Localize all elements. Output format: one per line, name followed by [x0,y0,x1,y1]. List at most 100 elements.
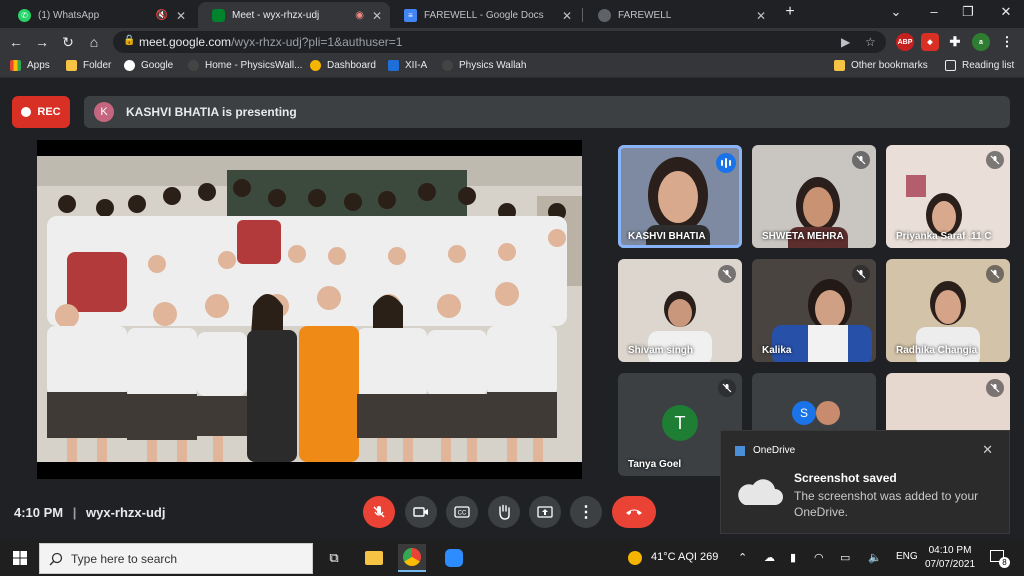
windows-taskbar: Type here to search ⧉ 41°C AQI 269 ⌃ ☁ ▮… [0,540,1024,576]
close-tab-icon[interactable]: ✕ [176,9,186,23]
tab-meet[interactable]: Meet - wyx-rhzx-udj ◉ ✕ [198,2,390,28]
extension-icon[interactable]: ◆ [921,33,939,51]
cloud-icon [738,479,783,505]
mute-tab-icon[interactable]: 🔇 [156,10,168,21]
tab-label: FAREWELL [618,9,672,21]
tab-whatsapp[interactable]: ✆ (1) WhatsApp 🔇 ✕ [4,2,194,28]
adblock-icon[interactable]: ABP [896,33,914,51]
more-options-button[interactable]: ⋮ [570,496,602,528]
bookmark-star-icon[interactable]: ☆ [865,35,876,49]
menu-icon[interactable]: ⋮ [998,33,1016,51]
presentation-stage[interactable] [37,140,582,479]
usb-icon[interactable]: ▮ [790,551,796,564]
bookmark-dashboard[interactable]: Dashboard [310,60,376,71]
task-view-button[interactable]: ⧉ [320,544,348,572]
zoom-icon [445,549,463,567]
tab-farewell[interactable]: FAREWELL ✕ [584,2,774,28]
group-photo [37,156,582,462]
other-bookmarks[interactable]: Other bookmarks [834,60,928,71]
close-tab-icon[interactable]: ✕ [372,9,382,23]
mic-off-icon [986,379,1004,397]
tab-label: Meet - wyx-rhzx-udj [232,9,320,21]
close-tab-icon[interactable]: ✕ [756,9,766,23]
folder-icon [365,551,383,565]
reload-button[interactable]: ↻ [60,34,76,50]
mic-toggle-button[interactable] [363,496,395,528]
participant-tile[interactable]: Priyanka Saraf .11 C [886,145,1010,248]
browser-tab-strip: ✆ (1) WhatsApp 🔇 ✕ Meet - wyx-rhzx-udj ◉… [0,0,1024,28]
show-hidden-icons[interactable]: ⌃ [738,551,747,564]
taskbar-file-explorer[interactable] [360,544,388,572]
home-button[interactable]: ⌂ [86,34,102,50]
weather-text[interactable]: 41°C AQI 269 [651,551,718,563]
address-bar[interactable]: 🔒 meet.google.com/wyx-rhzx-udj?pli=1&aut… [113,31,886,53]
recording-badge[interactable]: REC [12,96,70,128]
present-screen-button[interactable] [529,496,561,528]
start-button[interactable] [6,544,34,572]
participant-name: Shivam singh [628,345,694,356]
bookmark-xii-a[interactable]: XII-A [388,60,427,71]
participant-tile[interactable]: SHWETA MEHRA [752,145,876,248]
hand-icon [499,504,510,520]
whatsapp-icon: ✆ [18,8,31,22]
taskbar-zoom[interactable] [440,544,468,572]
onedrive-notification[interactable]: OneDrive ✕ Screenshot saved The screensh… [720,430,1010,534]
bookmark-folder[interactable]: Folder [66,60,111,71]
bookmark-physicswallah-home[interactable]: Home - PhysicsWall... [188,60,302,71]
captions-button[interactable]: CC [446,496,478,528]
notification-title: Screenshot saved [794,471,897,485]
participant-tile[interactable]: Shivam singh [618,259,742,362]
raise-hand-button[interactable] [488,496,520,528]
camera-toggle-button[interactable] [405,496,437,528]
mic-off-icon [986,151,1004,169]
onedrive-tray-icon[interactable]: ☁ [764,551,775,564]
presenter-avatar: K [94,102,114,122]
onedrive-small-icon [735,446,745,456]
bookmark-physics-wallah[interactable]: Physics Wallah [442,60,526,71]
language-indicator[interactable]: ENG [896,551,918,562]
bookmark-apps[interactable]: Apps [10,60,50,71]
participant-avatar: T [662,405,698,441]
minimize-button[interactable]: – [922,4,946,19]
tab-google-docs[interactable]: ≡ FAREWELL - Google Docs ✕ [390,2,580,28]
participant-tile[interactable]: KASHVI BHATIA [618,145,742,248]
participant-tile[interactable]: Radhika Changia [886,259,1010,362]
wifi-icon[interactable]: ◠ [814,551,824,564]
record-dot-icon [21,107,32,117]
battery-icon[interactable]: ▭ [840,551,850,564]
closed-captions-icon: CC [454,506,470,518]
participant-name: Priyanka Saraf .11 C [896,231,992,242]
weather-icon[interactable] [628,551,642,565]
system-clock[interactable]: 04:10 PM 07/07/2021 [920,544,980,572]
reading-list[interactable]: Reading list [945,60,1014,71]
present-icon [537,506,553,518]
clock-time: 04:10 PM [928,545,972,556]
camera-icon[interactable]: ▶ [841,35,850,49]
tab-search-icon[interactable]: ⌄ [884,4,908,20]
presenting-banner: K KASHVI BHATIA is presenting [84,96,1010,128]
folder-icon [66,60,77,71]
taskbar-search-box[interactable]: Type here to search [39,543,313,574]
new-tab-button[interactable]: + [778,3,802,21]
browser-toolbar: ← → ↻ ⌂ 🔒 meet.google.com/wyx-rhzx-udj?p… [0,28,1024,56]
forward-button[interactable]: → [34,34,50,50]
meeting-time: 4:10 PM [14,505,64,520]
restore-button[interactable]: ❐ [956,4,980,20]
url-text: meet.google.com/wyx-rhzx-udj?pli=1&authu… [139,35,403,49]
notification-body: The screenshot was added to your OneDriv… [794,489,979,519]
notification-center-button[interactable]: 8 [988,548,1010,568]
back-button[interactable]: ← [8,34,24,50]
close-tab-icon[interactable]: ✕ [562,9,572,23]
taskbar-chrome[interactable] [398,544,426,572]
participant-tile[interactable]: Kalika [752,259,876,362]
mic-off-icon [718,379,736,397]
volume-icon[interactable]: 🔈 [868,551,882,564]
puzzle-icon[interactable]: ✚ [946,33,964,51]
mic-off-icon [373,506,385,518]
bookmark-google[interactable]: Google [124,60,173,71]
lock-icon[interactable]: 🔒 [123,35,135,46]
profile-avatar[interactable]: a [972,33,990,51]
close-notification-button[interactable]: ✕ [982,442,993,458]
close-window-button[interactable]: ✕ [994,4,1018,20]
leave-call-button[interactable] [612,496,656,528]
